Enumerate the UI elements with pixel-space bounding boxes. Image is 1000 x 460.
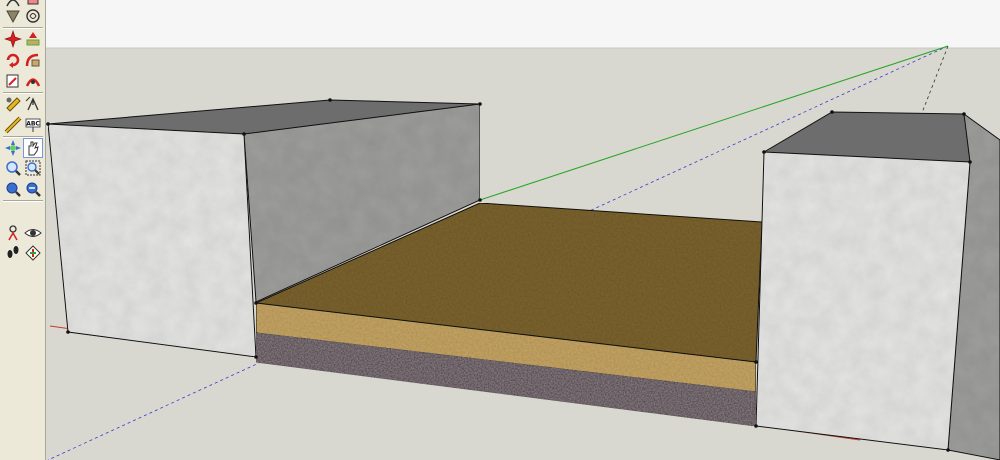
3d-text-icon: ABC [25,118,40,132]
zoom-icon [6,161,21,176]
axes-tool-button[interactable] [3,115,23,135]
zoom-extents-icon [6,182,21,197]
section-plane-icon [25,245,41,261]
zoom-tool-button[interactable] [3,158,23,178]
3d-modeling-viewport[interactable] [46,0,1000,460]
orbit-icon [5,140,21,156]
section-plane-tool-button[interactable] [23,243,43,263]
orbit-tool-button[interactable] [3,138,23,158]
protractor-icon [6,97,21,112]
follow-me-icon [6,53,20,68]
left-wall-front-face [47,123,257,358]
tape-measure-icon [6,10,20,24]
pan-hand-icon [28,141,39,156]
text-tool-button[interactable] [23,94,43,114]
text-icon [25,96,39,111]
scale-icon [25,53,40,67]
right-wall-front-face [755,151,971,451]
toolbar-separator [3,200,43,202]
zoom-extents-tool-button[interactable] [3,179,23,199]
pan-tool-button[interactable] [23,138,43,158]
tool-palette: ABC [0,0,46,460]
scale-tool-button[interactable] [23,50,43,70]
rotate-tool-button[interactable] [23,29,43,49]
dimension-tool-button[interactable] [23,71,43,91]
previous-view-tool-button[interactable] [23,179,43,199]
previous-view-icon [26,182,41,197]
right-wall-block[interactable] [755,111,1000,460]
move-tool-button[interactable] [23,6,43,26]
zoom-window-icon [25,160,41,176]
rotate-icon [26,32,40,46]
dimension-icon [25,78,41,87]
move-icon [26,9,40,23]
dimension-tag-text: ABC [26,120,40,127]
push-pull-tool-button[interactable] [3,29,23,49]
follow-me-tool-button[interactable] [3,50,23,70]
position-camera-tool-button[interactable] [3,223,23,243]
push-pull-icon [4,30,22,48]
axes-icon [4,116,22,134]
offset-tool-button[interactable] [3,71,23,91]
scene-canvas [46,0,1000,460]
footprints-icon [7,246,19,258]
look-around-tool-button[interactable] [23,223,43,243]
walk-tool-button[interactable] [3,243,23,263]
position-camera-icon [8,225,18,241]
zoom-window-tool-button[interactable] [23,158,43,178]
eye-icon [24,229,42,237]
sky-background [46,0,1000,48]
3d-text-tool-button[interactable]: ABC [23,115,43,135]
tape-measure-tool-button[interactable] [3,6,23,26]
offset-icon [6,74,19,88]
protractor-tool-button[interactable] [3,94,23,114]
